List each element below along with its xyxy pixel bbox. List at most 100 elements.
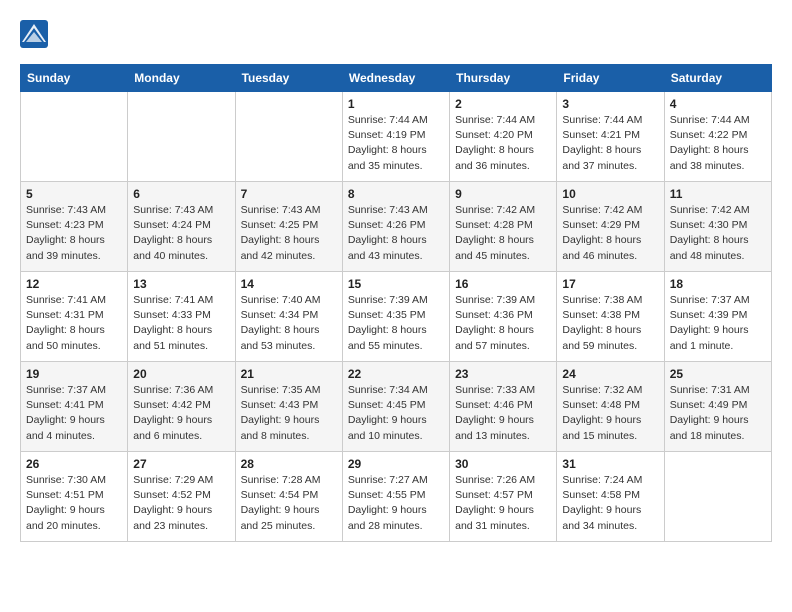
day-info: Sunrise: 7:44 AMSunset: 4:22 PMDaylight:… <box>670 113 766 174</box>
day-number: 3 <box>562 97 658 111</box>
calendar-cell: 18 Sunrise: 7:37 AMSunset: 4:39 PMDayligh… <box>664 272 771 362</box>
weekday-header: Thursday <box>450 65 557 92</box>
day-info: Sunrise: 7:34 AMSunset: 4:45 PMDaylight:… <box>348 383 444 444</box>
calendar-cell <box>21 92 128 182</box>
calendar-week-row: 12 Sunrise: 7:41 AMSunset: 4:31 PMDayligh… <box>21 272 772 362</box>
calendar-cell <box>128 92 235 182</box>
day-number: 23 <box>455 367 551 381</box>
calendar-cell: 25 Sunrise: 7:31 AMSunset: 4:49 PMDayligh… <box>664 362 771 452</box>
calendar-week-row: 19 Sunrise: 7:37 AMSunset: 4:41 PMDayligh… <box>21 362 772 452</box>
calendar-cell: 11 Sunrise: 7:42 AMSunset: 4:30 PMDayligh… <box>664 182 771 272</box>
day-number: 12 <box>26 277 122 291</box>
day-number: 20 <box>133 367 229 381</box>
day-number: 10 <box>562 187 658 201</box>
calendar-week-row: 5 Sunrise: 7:43 AMSunset: 4:23 PMDaylight… <box>21 182 772 272</box>
day-number: 18 <box>670 277 766 291</box>
day-info: Sunrise: 7:37 AMSunset: 4:39 PMDaylight:… <box>670 293 766 354</box>
day-info: Sunrise: 7:33 AMSunset: 4:46 PMDaylight:… <box>455 383 551 444</box>
day-number: 24 <box>562 367 658 381</box>
day-info: Sunrise: 7:39 AMSunset: 4:36 PMDaylight:… <box>455 293 551 354</box>
day-number: 29 <box>348 457 444 471</box>
calendar-cell: 7Sunrise: 7:43 AMSunset: 4:25 PMDaylight… <box>235 182 342 272</box>
day-info: Sunrise: 7:29 AMSunset: 4:52 PMDaylight:… <box>133 473 229 534</box>
weekday-header: Monday <box>128 65 235 92</box>
day-info: Sunrise: 7:35 AMSunset: 4:43 PMDaylight:… <box>241 383 337 444</box>
day-number: 15 <box>348 277 444 291</box>
calendar-cell: 28Sunrise: 7:28 AMSunset: 4:54 PMDayligh… <box>235 452 342 542</box>
day-number: 31 <box>562 457 658 471</box>
calendar-cell: 21 Sunrise: 7:35 AMSunset: 4:43 PMDayligh… <box>235 362 342 452</box>
day-info: Sunrise: 7:37 AMSunset: 4:41 PMDaylight:… <box>26 383 122 444</box>
day-number: 30 <box>455 457 551 471</box>
calendar-cell: 16Sunrise: 7:39 AMSunset: 4:36 PMDayligh… <box>450 272 557 362</box>
calendar-table: SundayMondayTuesdayWednesdayThursdayFrid… <box>20 64 772 542</box>
calendar-body: 1 Sunrise: 7:44 AMSunset: 4:19 PMDaylight… <box>21 92 772 542</box>
calendar-cell: 29 Sunrise: 7:27 AMSunset: 4:55 PMDayligh… <box>342 452 449 542</box>
day-info: Sunrise: 7:42 AMSunset: 4:28 PMDaylight:… <box>455 203 551 264</box>
calendar-cell: 4 Sunrise: 7:44 AMSunset: 4:22 PMDaylight… <box>664 92 771 182</box>
day-info: Sunrise: 7:40 AMSunset: 4:34 PMDaylight:… <box>241 293 337 354</box>
calendar-cell: 10 Sunrise: 7:42 AMSunset: 4:29 PMDayligh… <box>557 182 664 272</box>
weekday-header: Friday <box>557 65 664 92</box>
day-number: 17 <box>562 277 658 291</box>
day-number: 26 <box>26 457 122 471</box>
calendar-cell: 1 Sunrise: 7:44 AMSunset: 4:19 PMDaylight… <box>342 92 449 182</box>
logo-icon <box>20 20 48 48</box>
calendar-cell: 5 Sunrise: 7:43 AMSunset: 4:23 PMDaylight… <box>21 182 128 272</box>
weekday-header: Wednesday <box>342 65 449 92</box>
day-info: Sunrise: 7:27 AMSunset: 4:55 PMDaylight:… <box>348 473 444 534</box>
day-info: Sunrise: 7:24 AMSunset: 4:58 PMDaylight:… <box>562 473 658 534</box>
page-header <box>20 20 772 48</box>
weekday-header: Tuesday <box>235 65 342 92</box>
calendar-cell: 30 Sunrise: 7:26 AMSunset: 4:57 PMDayligh… <box>450 452 557 542</box>
calendar-week-row: 26 Sunrise: 7:30 AMSunset: 4:51 PMDayligh… <box>21 452 772 542</box>
day-number: 7 <box>241 187 337 201</box>
day-info: Sunrise: 7:44 AMSunset: 4:19 PMDaylight:… <box>348 113 444 174</box>
day-number: 1 <box>348 97 444 111</box>
day-info: Sunrise: 7:32 AMSunset: 4:48 PMDaylight:… <box>562 383 658 444</box>
calendar-cell: 31 Sunrise: 7:24 AMSunset: 4:58 PMDayligh… <box>557 452 664 542</box>
day-info: Sunrise: 7:43 AMSunset: 4:26 PMDaylight:… <box>348 203 444 264</box>
calendar-cell: 3 Sunrise: 7:44 AMSunset: 4:21 PMDaylight… <box>557 92 664 182</box>
day-info: Sunrise: 7:28 AMSunset: 4:54 PMDaylight:… <box>241 473 337 534</box>
calendar-cell: 22 Sunrise: 7:34 AMSunset: 4:45 PMDayligh… <box>342 362 449 452</box>
day-info: Sunrise: 7:43 AMSunset: 4:24 PMDaylight:… <box>133 203 229 264</box>
day-info: Sunrise: 7:41 AMSunset: 4:31 PMDaylight:… <box>26 293 122 354</box>
calendar-cell: 2Sunrise: 7:44 AMSunset: 4:20 PMDaylight… <box>450 92 557 182</box>
day-number: 14 <box>241 277 337 291</box>
calendar-cell: 14 Sunrise: 7:40 AMSunset: 4:34 PMDayligh… <box>235 272 342 362</box>
calendar-week-row: 1 Sunrise: 7:44 AMSunset: 4:19 PMDaylight… <box>21 92 772 182</box>
day-number: 25 <box>670 367 766 381</box>
day-number: 11 <box>670 187 766 201</box>
logo <box>20 20 52 48</box>
calendar-cell: 6 Sunrise: 7:43 AMSunset: 4:24 PMDaylight… <box>128 182 235 272</box>
day-info: Sunrise: 7:36 AMSunset: 4:42 PMDaylight:… <box>133 383 229 444</box>
calendar-cell: 26 Sunrise: 7:30 AMSunset: 4:51 PMDayligh… <box>21 452 128 542</box>
day-info: Sunrise: 7:43 AMSunset: 4:23 PMDaylight:… <box>26 203 122 264</box>
day-info: Sunrise: 7:44 AMSunset: 4:21 PMDaylight:… <box>562 113 658 174</box>
calendar-cell: 20 Sunrise: 7:36 AMSunset: 4:42 PMDayligh… <box>128 362 235 452</box>
calendar-cell <box>235 92 342 182</box>
day-number: 19 <box>26 367 122 381</box>
day-info: Sunrise: 7:44 AMSunset: 4:20 PMDaylight:… <box>455 113 551 174</box>
calendar-cell: 24 Sunrise: 7:32 AMSunset: 4:48 PMDayligh… <box>557 362 664 452</box>
weekday-header: Saturday <box>664 65 771 92</box>
day-info: Sunrise: 7:41 AMSunset: 4:33 PMDaylight:… <box>133 293 229 354</box>
day-number: 13 <box>133 277 229 291</box>
day-info: Sunrise: 7:26 AMSunset: 4:57 PMDaylight:… <box>455 473 551 534</box>
day-number: 6 <box>133 187 229 201</box>
day-info: Sunrise: 7:39 AMSunset: 4:35 PMDaylight:… <box>348 293 444 354</box>
day-number: 22 <box>348 367 444 381</box>
calendar-cell: 12 Sunrise: 7:41 AMSunset: 4:31 PMDayligh… <box>21 272 128 362</box>
weekday-header: Sunday <box>21 65 128 92</box>
calendar-cell: 27Sunrise: 7:29 AMSunset: 4:52 PMDayligh… <box>128 452 235 542</box>
day-info: Sunrise: 7:42 AMSunset: 4:29 PMDaylight:… <box>562 203 658 264</box>
calendar-cell: 8Sunrise: 7:43 AMSunset: 4:26 PMDaylight… <box>342 182 449 272</box>
day-number: 21 <box>241 367 337 381</box>
weekday-header-row: SundayMondayTuesdayWednesdayThursdayFrid… <box>21 65 772 92</box>
day-number: 5 <box>26 187 122 201</box>
day-info: Sunrise: 7:31 AMSunset: 4:49 PMDaylight:… <box>670 383 766 444</box>
day-number: 4 <box>670 97 766 111</box>
day-info: Sunrise: 7:42 AMSunset: 4:30 PMDaylight:… <box>670 203 766 264</box>
day-info: Sunrise: 7:30 AMSunset: 4:51 PMDaylight:… <box>26 473 122 534</box>
